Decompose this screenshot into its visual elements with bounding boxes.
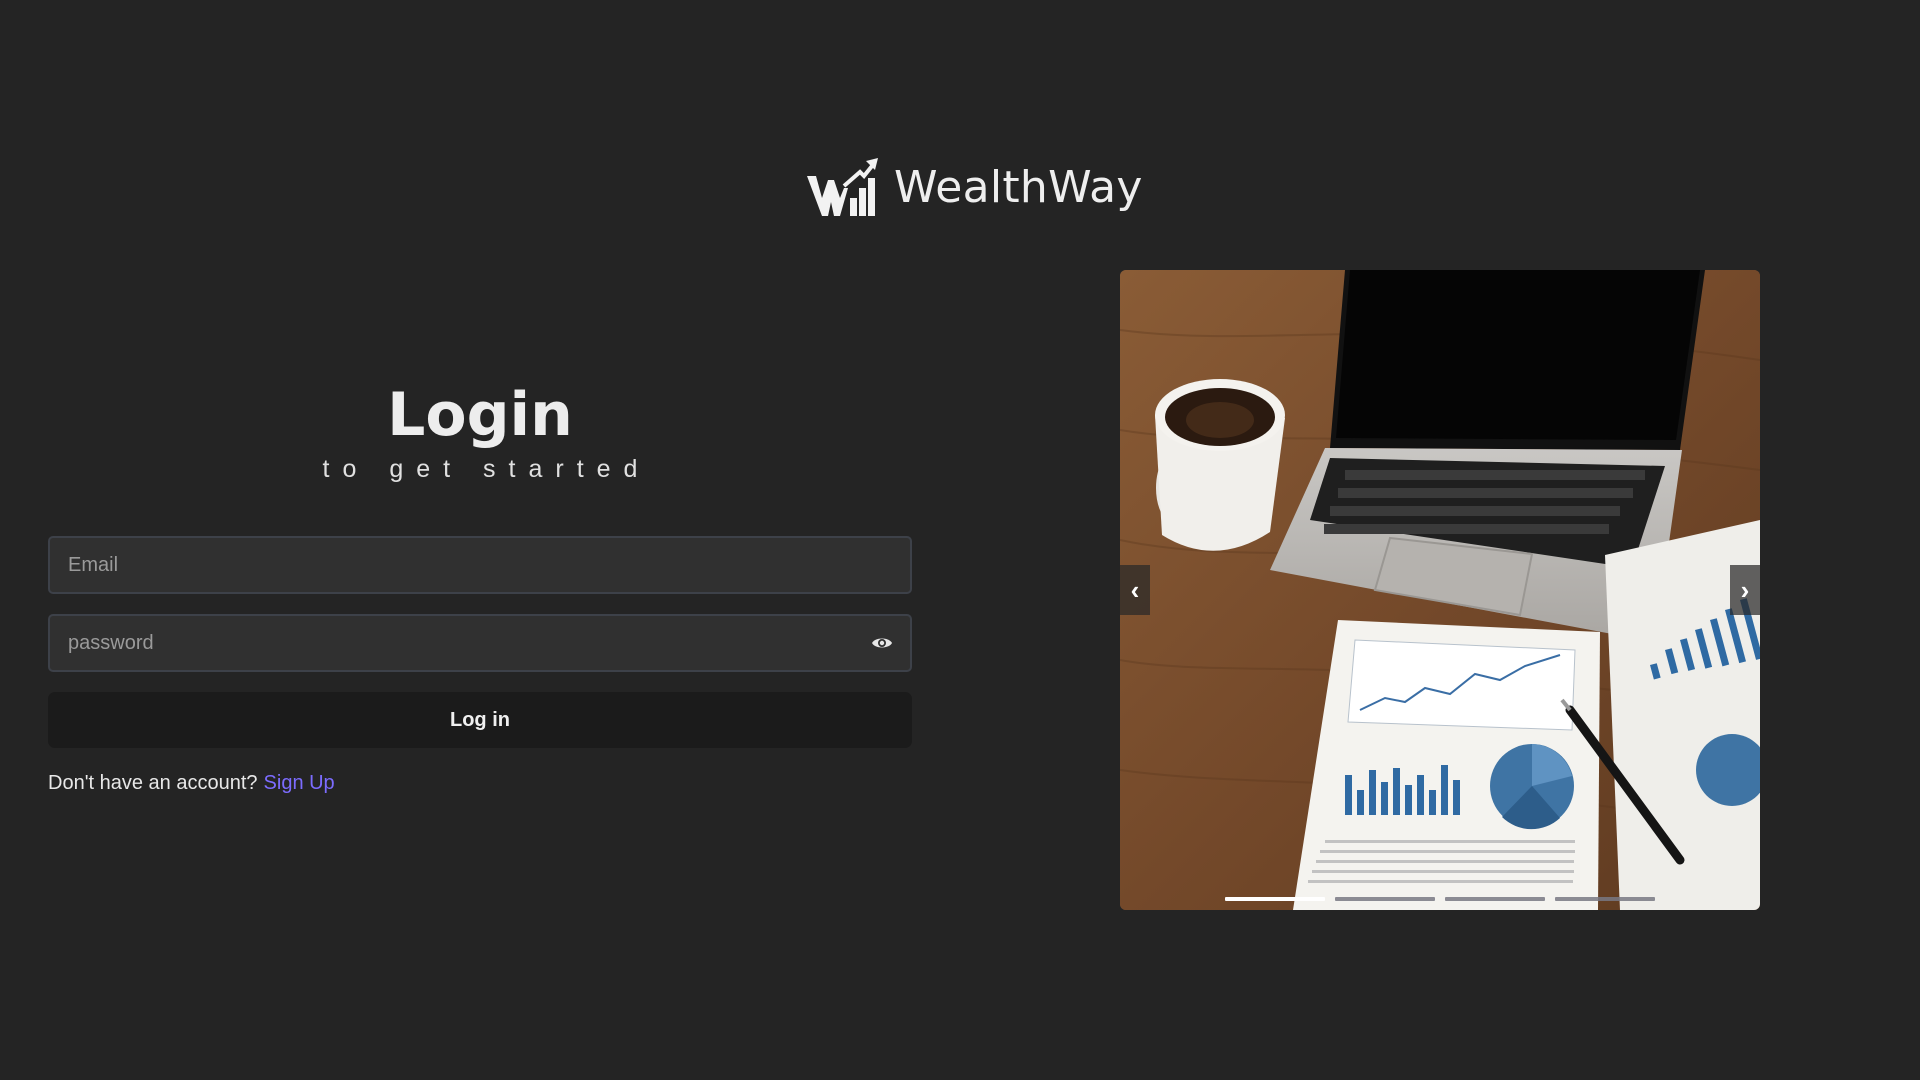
carousel-indicator-1[interactable] <box>1225 897 1325 901</box>
signup-link[interactable]: Sign Up <box>264 772 335 794</box>
login-page: WealthWay Login to get started Log in Do… <box>0 0 1920 1080</box>
image-carousel: ‹ › <box>1120 270 1760 910</box>
brand-header: WealthWay <box>806 158 1143 218</box>
carousel-prev-button[interactable]: ‹ <box>1120 565 1150 615</box>
brand-name: WealthWay <box>894 162 1143 213</box>
wealthway-logo-icon <box>807 158 878 216</box>
show-password-toggle[interactable] <box>868 629 896 657</box>
page-subtitle: to get started <box>322 455 651 483</box>
page-title: Login <box>387 380 573 450</box>
password-field[interactable] <box>50 616 868 670</box>
carousel-indicator-2[interactable] <box>1335 897 1435 901</box>
carousel-next-button[interactable]: › <box>1730 565 1760 615</box>
eye-icon <box>872 638 892 648</box>
login-button[interactable]: Log in <box>48 692 912 748</box>
signup-prompt: Don't have an account? <box>48 772 258 794</box>
carousel-slide-image <box>1120 270 1760 910</box>
email-field[interactable] <box>50 538 910 592</box>
carousel-indicators <box>1225 897 1655 901</box>
carousel-indicator-4[interactable] <box>1555 897 1655 901</box>
carousel-indicator-3[interactable] <box>1445 897 1545 901</box>
login-form: Login to get started Log in Don't have a… <box>48 380 912 795</box>
password-field-wrapper <box>48 614 912 672</box>
email-field-wrapper <box>48 536 912 594</box>
signup-row: Don't have an account? Sign Up <box>48 772 912 795</box>
